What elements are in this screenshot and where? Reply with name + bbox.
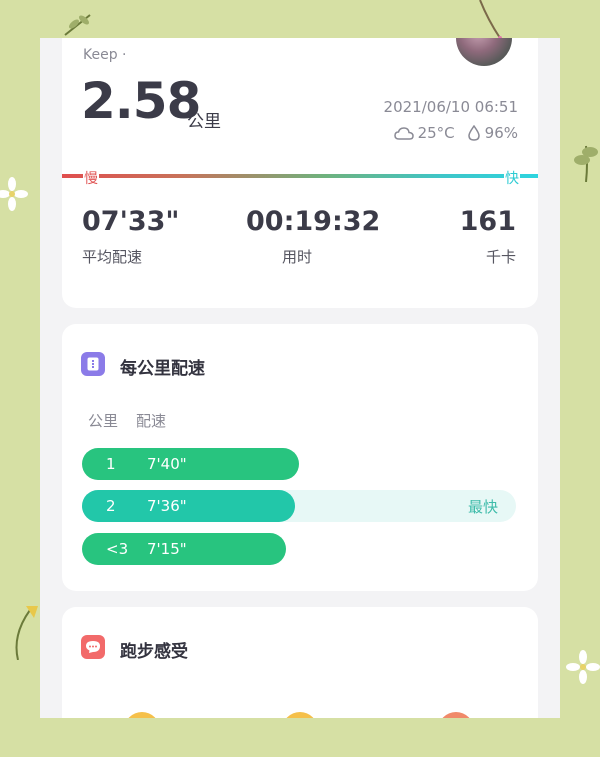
distance-unit: 公里 <box>187 112 221 132</box>
fast-label: 快 <box>504 168 520 188</box>
run-datetime: 2021/06/10 06:51 <box>383 98 518 116</box>
row-km: 1 <box>106 455 116 473</box>
weather-info: 25°C 96% <box>393 124 518 142</box>
row-pace: 7'15" <box>147 540 187 558</box>
avg-pace-label: 平均配速 <box>82 248 143 266</box>
leaf-icon <box>574 145 598 182</box>
bell-flower-icon <box>15 606 38 660</box>
droplet-icon <box>467 125 480 141</box>
row-km: 2 <box>106 497 116 515</box>
km-pace-title: 每公里配速 <box>120 359 205 379</box>
avg-pace-value: 07'33" <box>82 206 180 237</box>
smile-icon <box>81 635 105 659</box>
flower-icon <box>0 177 28 211</box>
row-pace: 7'40" <box>147 455 187 473</box>
pace-column-header: 配速 <box>136 412 167 430</box>
calories-value: 161 <box>459 206 516 237</box>
run-feel-title: 跑步感受 <box>120 642 188 662</box>
leaf-sprig-icon <box>64 14 91 36</box>
pace-row[interactable]: 1 7'40" <box>82 448 299 480</box>
duration-value: 00:19:32 <box>246 206 381 237</box>
distance-value: 2.58 <box>81 72 201 130</box>
km-pace-card[interactable]: 每公里配速 公里 配速 1 7'40" 2 7'36" 最快 <3 7'15" <box>62 324 538 591</box>
humidity: 96% <box>484 124 518 142</box>
row-km: <3 <box>106 540 129 558</box>
pace-gradient-bar <box>62 174 538 178</box>
branch-icon <box>479 0 502 40</box>
fastest-badge: 最快 <box>467 498 498 516</box>
cloud-icon <box>393 127 414 140</box>
list-icon <box>81 352 105 376</box>
brand-label: Keep · <box>83 47 127 63</box>
run-feel-card[interactable]: 跑步感受 <box>62 607 538 718</box>
duration-label: 用时 <box>282 248 313 266</box>
km-column-header: 公里 <box>88 412 119 430</box>
row-pace: 7'36" <box>147 497 187 515</box>
app-screen: Keep · 2.58 公里 2021/06/10 06:51 25°C 96%… <box>40 38 560 718</box>
pace-row[interactable]: 2 7'36" <box>82 490 295 522</box>
run-summary-card[interactable]: Keep · 2.58 公里 2021/06/10 06:51 25°C 96%… <box>62 38 538 308</box>
pace-row[interactable]: <3 7'15" <box>82 533 286 565</box>
avatar[interactable] <box>456 38 512 66</box>
flower-icon <box>566 650 600 684</box>
temperature: 25°C <box>417 124 455 142</box>
calories-label: 千卡 <box>485 248 516 266</box>
slow-label: 慢 <box>83 168 99 188</box>
